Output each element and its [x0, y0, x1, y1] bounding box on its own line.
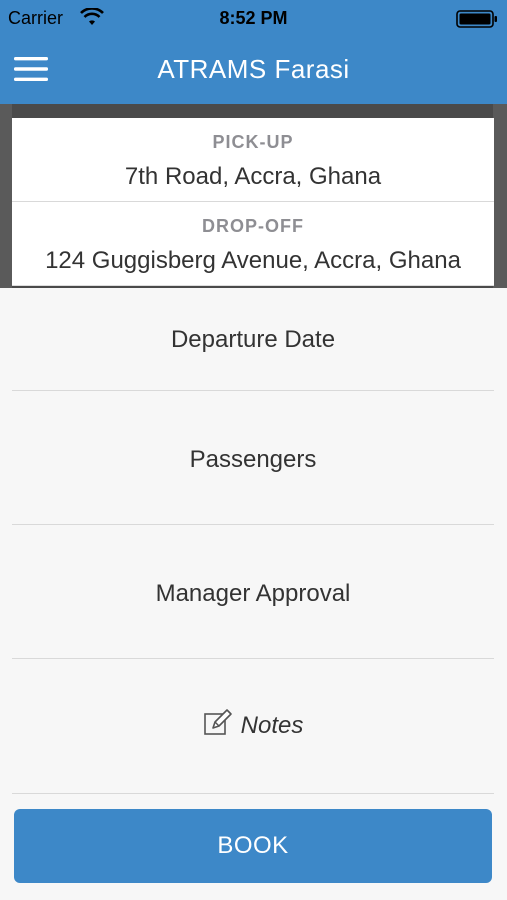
departure-date-field[interactable]: Departure Date — [12, 326, 494, 354]
address-card: PICK-UP 7th Road, Accra, Ghana DROP-OFF … — [12, 118, 494, 286]
notes-field[interactable]: Notes — [12, 708, 494, 744]
dropoff-label: DROP-OFF — [202, 216, 304, 236]
notes-label: Notes — [240, 712, 304, 739]
edit-note-icon — [203, 708, 233, 745]
pickup-label: PICK-UP — [212, 132, 294, 152]
pickup-field[interactable]: PICK-UP 7th Road, Accra, Ghana — [12, 132, 494, 191]
app-header: Carrier 8:52 PM ATRAMS Farasi — [0, 0, 507, 104]
row-divider — [12, 658, 494, 659]
row-divider — [12, 524, 494, 525]
map-edge-left — [0, 104, 12, 288]
row-divider — [12, 793, 494, 794]
status-bar: Carrier 8:52 PM — [0, 0, 507, 38]
passengers-field[interactable]: Passengers — [12, 446, 494, 474]
pickup-value: 7th Road, Accra, Ghana — [124, 163, 382, 190]
dropoff-value: 124 Guggisberg Avenue, Accra, Ghana — [45, 247, 461, 274]
manager-approval-field[interactable]: Manager Approval — [12, 580, 494, 608]
row-divider — [12, 390, 494, 391]
page-title: ATRAMS Farasi — [157, 54, 350, 84]
map-edge-right — [493, 104, 507, 288]
status-time: 8:52 PM — [219, 8, 288, 28]
battery-icon — [456, 10, 498, 33]
nav-bar: ATRAMS Farasi — [0, 38, 507, 104]
address-divider — [12, 201, 494, 202]
dropoff-field[interactable]: DROP-OFF 124 Guggisberg Avenue, Accra, G… — [12, 216, 494, 275]
book-button[interactable]: BOOK — [14, 809, 492, 883]
